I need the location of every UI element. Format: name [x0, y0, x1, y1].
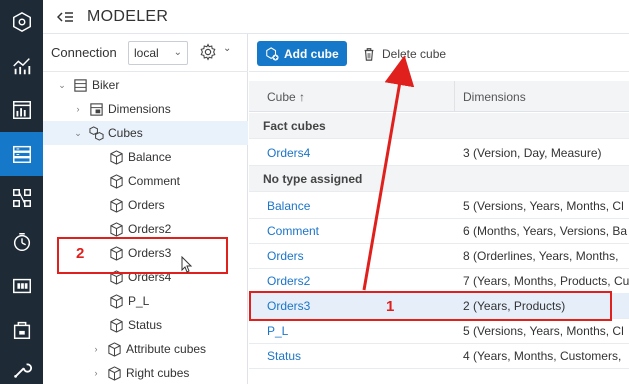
- cube-list-panel: Add cube Delete cube Cube ↑ Dimensions F…: [249, 34, 629, 384]
- table-row[interactable]: Orders 8 (Orderlines, Years, Months,: [249, 243, 629, 269]
- cube-icon: [108, 221, 124, 237]
- tree-node-label: Orders2: [128, 222, 172, 236]
- toolbar: Add cube Delete cube: [249, 34, 629, 72]
- cube-icon: [106, 341, 122, 357]
- modeler-icon[interactable]: [0, 132, 43, 176]
- analytics-icon[interactable]: [0, 44, 43, 88]
- table-row[interactable]: Orders4 3 (Version, Day, Measure): [249, 140, 629, 166]
- cube-icon: [108, 317, 124, 333]
- database-icon: [72, 77, 88, 93]
- table-row[interactable]: Comment 6 (Months, Years, Versions, Ba: [249, 218, 629, 244]
- tree-node-label: Dimensions: [108, 102, 171, 116]
- cube-dimensions-cell: 5 (Versions, Years, Months, Cl: [463, 324, 624, 338]
- cube-icon: [106, 365, 122, 381]
- tree-node-dimensions[interactable]: › Dimensions: [43, 97, 248, 121]
- table-row[interactable]: P_L 5 (Versions, Years, Months, Cl: [249, 318, 629, 344]
- cube-icon: [108, 173, 124, 189]
- collapse-menu-icon[interactable]: [55, 11, 75, 23]
- connection-label: Connection: [51, 45, 117, 60]
- column-header-dimensions[interactable]: Dimensions: [463, 90, 526, 104]
- column-header-cube[interactable]: Cube ↑: [267, 90, 305, 104]
- table-header: Cube ↑ Dimensions: [249, 81, 629, 112]
- table-group-header: No type assigned: [249, 166, 629, 192]
- chevron-right-icon[interactable]: ›: [73, 104, 83, 114]
- trash-icon: [364, 47, 374, 61]
- annotation-box-1: [249, 291, 612, 321]
- package-icon[interactable]: [0, 308, 43, 352]
- connection-row: Connection local ⌄ ⌄: [43, 34, 248, 72]
- hexagon-icon[interactable]: [0, 0, 43, 44]
- scheduler-icon[interactable]: [0, 220, 43, 264]
- reports-icon[interactable]: [0, 88, 43, 132]
- cube-name-link[interactable]: Status: [267, 349, 301, 363]
- tree-node-label: Comment: [128, 174, 181, 188]
- cube-icon: [108, 149, 124, 165]
- add-cube-button[interactable]: Add cube: [257, 41, 347, 66]
- column-divider[interactable]: [454, 81, 455, 112]
- cube-name-link[interactable]: Balance: [267, 199, 310, 213]
- annotation-label-2: 2: [76, 245, 85, 262]
- chevron-down-icon[interactable]: ⌄: [223, 43, 231, 54]
- add-cube-label: Add cube: [284, 46, 339, 61]
- tree-node-label: Status: [128, 318, 163, 332]
- delete-cube-label: Delete cube: [382, 46, 447, 61]
- cube-dimensions-cell: 8 (Orderlines, Years, Months,: [463, 249, 619, 263]
- table-row[interactable]: Balance 5 (Versions, Years, Months, Cl: [249, 193, 629, 219]
- tree-node-label: Attribute cubes: [126, 342, 207, 356]
- tree-node-label: Biker: [92, 78, 120, 92]
- tree-node-cubes[interactable]: ⌄ Cubes: [43, 121, 248, 145]
- cube-dimensions-cell: 5 (Versions, Years, Months, Cl: [463, 199, 624, 213]
- tree-node-cube[interactable]: Orders: [43, 193, 248, 217]
- mouse-cursor-icon: [181, 256, 193, 273]
- app-rail: [0, 0, 43, 384]
- annotation-label-1: 1: [386, 298, 395, 315]
- tree-node-cube[interactable]: P_L: [43, 289, 248, 313]
- tree-node-label: Cubes: [108, 126, 143, 140]
- page-title: MODELER: [87, 7, 169, 25]
- chevron-right-icon[interactable]: ›: [91, 344, 101, 354]
- cubes-icon: [88, 125, 104, 141]
- group-label: No type assigned: [263, 172, 363, 186]
- cube-name-link[interactable]: P_L: [267, 324, 288, 338]
- dimensions-icon: [88, 101, 104, 117]
- cube-icon: [108, 293, 124, 309]
- tree-node-right-cubes[interactable]: › Right cubes: [43, 361, 248, 384]
- model-tree-panel: Connection local ⌄ ⌄ ⌄ Biker › Dimension…: [43, 34, 248, 384]
- add-cube-icon: [266, 46, 279, 61]
- tree-node-label: Orders: [128, 198, 165, 212]
- cube-name-link[interactable]: Orders: [267, 249, 304, 263]
- cube-dimensions-cell: 6 (Months, Years, Versions, Ba: [463, 224, 628, 238]
- cube-dimensions-cell: 3 (Version, Day, Measure): [463, 146, 602, 160]
- tree-node-cube[interactable]: Status: [43, 313, 248, 337]
- chevron-right-icon[interactable]: ›: [91, 368, 101, 378]
- tree-node-biker[interactable]: ⌄ Biker: [43, 73, 248, 97]
- tree-node-cube[interactable]: Comment: [43, 169, 248, 193]
- cube-dimensions-cell: 7 (Years, Months, Products, Cu: [463, 274, 629, 288]
- tree-node-cube[interactable]: Balance: [43, 145, 248, 169]
- cube-name-link[interactable]: Orders4: [267, 146, 310, 160]
- delete-cube-button[interactable]: Delete cube: [362, 41, 446, 66]
- cube-name-link[interactable]: Orders2: [267, 274, 310, 288]
- chevron-down-icon[interactable]: ⌄: [73, 128, 83, 138]
- cube-dimensions-cell: 4 (Years, Months, Customers,: [463, 349, 622, 363]
- tree-node-attribute-cubes[interactable]: › Attribute cubes: [43, 337, 248, 361]
- hierarchy-icon[interactable]: [0, 176, 43, 220]
- tools-icon[interactable]: [0, 348, 43, 384]
- chevron-down-icon[interactable]: ⌄: [57, 80, 67, 90]
- tree-node-label: P_L: [128, 294, 150, 308]
- chevron-down-icon: ⌄: [173, 47, 182, 58]
- connection-value: local: [134, 46, 159, 60]
- cube-icon: [108, 197, 124, 213]
- app-header: MODELER: [43, 0, 629, 34]
- table-row[interactable]: Status 4 (Years, Months, Customers,: [249, 343, 629, 369]
- cube-name-link[interactable]: Comment: [267, 224, 319, 238]
- tree-node-label: Balance: [128, 150, 172, 164]
- connection-select[interactable]: local ⌄: [128, 41, 188, 65]
- monitor-icon[interactable]: [0, 264, 43, 308]
- table-group-header: Fact cubes: [249, 113, 629, 139]
- gear-icon[interactable]: [199, 43, 217, 61]
- tree-node-label: Right cubes: [126, 366, 190, 380]
- group-label: Fact cubes: [263, 119, 326, 133]
